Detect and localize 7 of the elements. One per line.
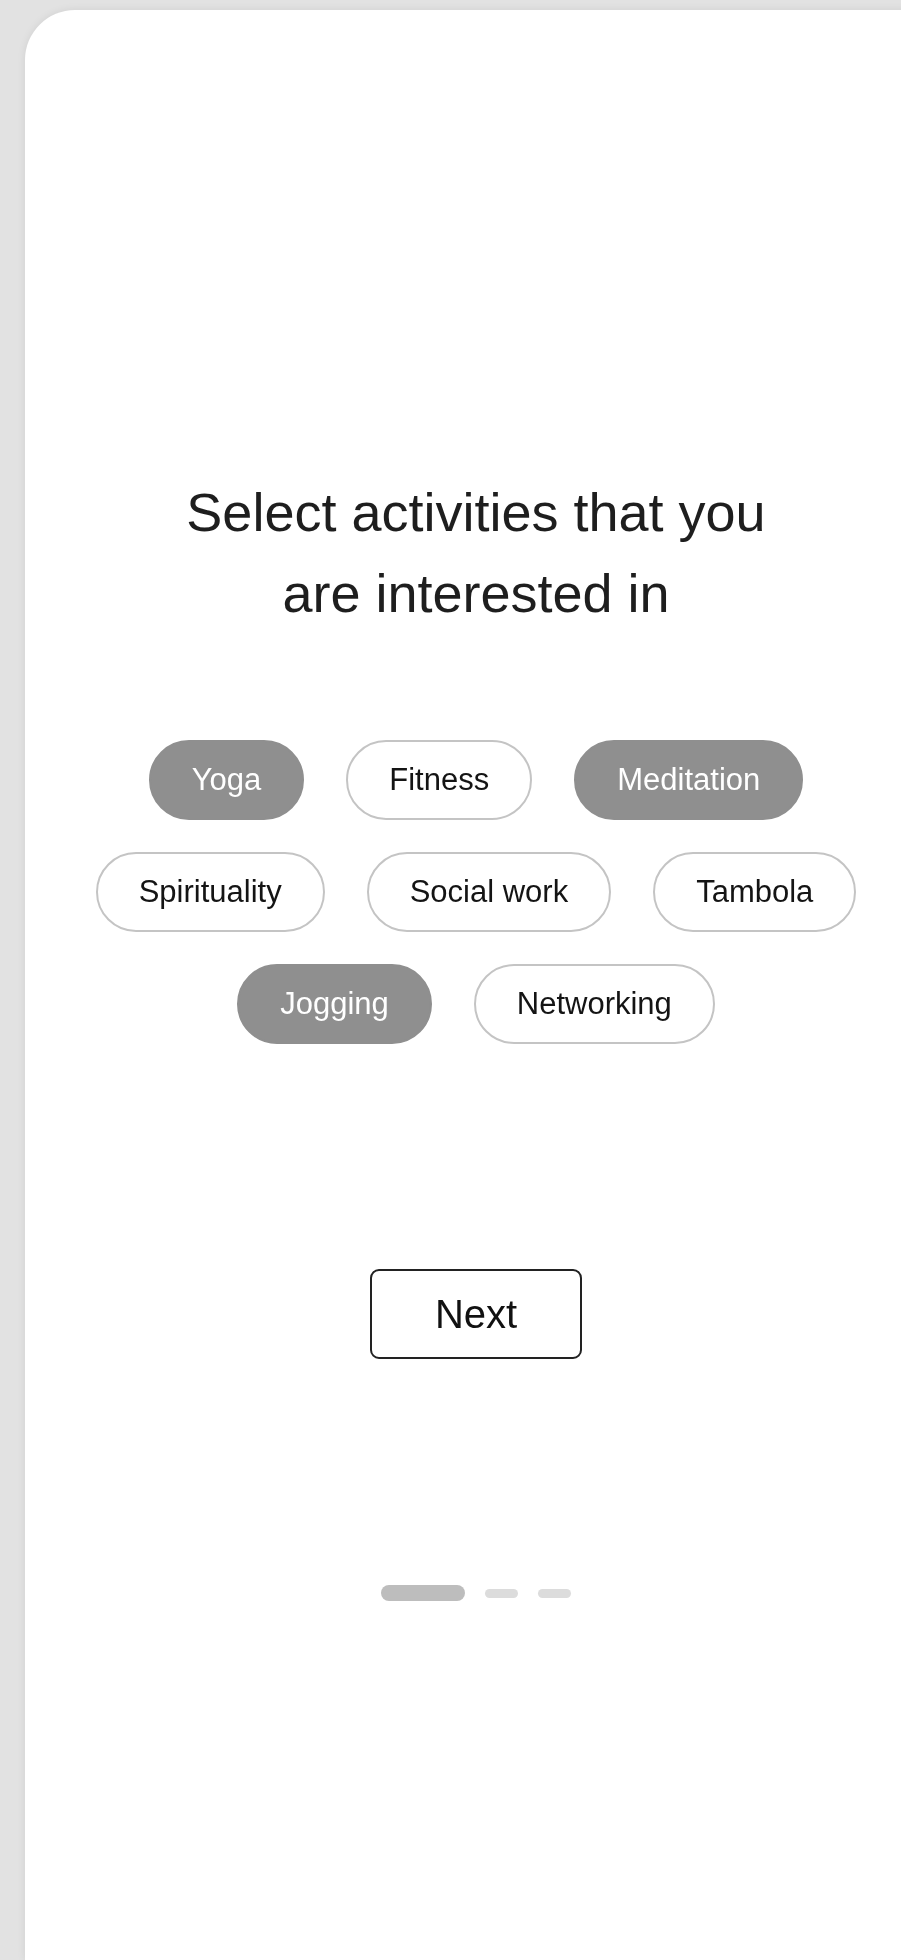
activity-chip[interactable]: Networking bbox=[473, 964, 715, 1044]
page-title: Select activities that you are interested in bbox=[185, 481, 767, 625]
activity-chip[interactable]: Tambola bbox=[653, 852, 857, 932]
next-button[interactable]: Next bbox=[370, 1269, 582, 1359]
activity-chip[interactable]: Fitness bbox=[346, 740, 533, 820]
activity-chip[interactable]: Spirituality bbox=[95, 852, 325, 932]
activity-chip[interactable]: Social work bbox=[366, 852, 612, 932]
